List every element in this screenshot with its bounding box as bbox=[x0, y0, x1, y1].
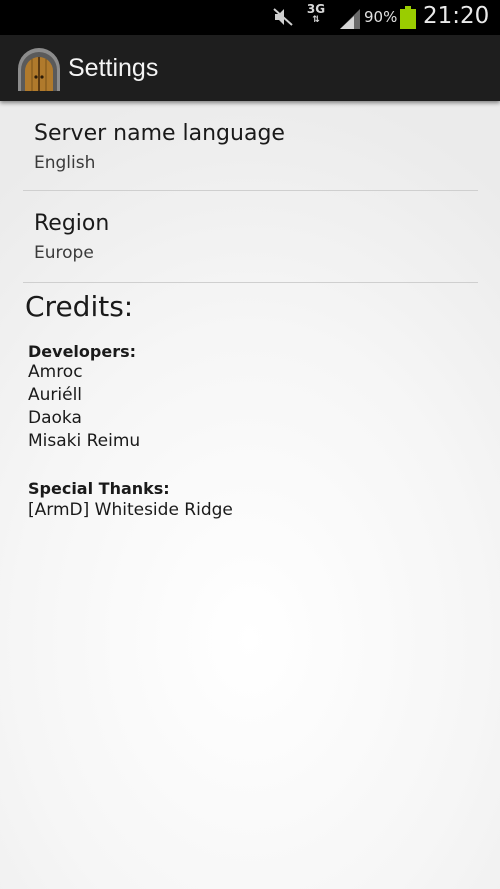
mute-icon bbox=[273, 8, 293, 26]
pref-summary: Europe bbox=[34, 243, 94, 263]
signal-icon bbox=[340, 9, 360, 29]
data-activity-icon: ⇅ bbox=[312, 15, 320, 25]
battery-percent: 90% bbox=[364, 8, 398, 26]
pref-server-name-language[interactable]: Server name language English bbox=[23, 101, 478, 191]
pref-region[interactable]: Region Europe bbox=[23, 191, 478, 281]
developer-name: Daoka bbox=[28, 408, 82, 428]
credits-heading: Credits: bbox=[25, 290, 134, 323]
developer-name: Misaki Reimu bbox=[28, 431, 141, 451]
developer-name: Amroc bbox=[28, 362, 83, 382]
special-thanks-label: Special Thanks: bbox=[28, 479, 170, 498]
network-indicator: 3G ⇅ bbox=[304, 3, 328, 31]
status-bar: 3G ⇅ 90% 21:20 bbox=[0, 0, 500, 35]
special-thanks-name: [ArmD] Whiteside Ridge bbox=[28, 500, 233, 520]
pref-title: Region bbox=[34, 211, 110, 236]
door-app-icon[interactable] bbox=[15, 47, 63, 91]
action-bar: Settings bbox=[0, 35, 500, 101]
clock: 21:20 bbox=[423, 3, 490, 29]
pref-summary: English bbox=[34, 153, 96, 173]
page-title: Settings bbox=[68, 54, 159, 82]
pref-title: Server name language bbox=[34, 121, 285, 146]
divider bbox=[23, 282, 478, 283]
developer-name: Auriéll bbox=[28, 385, 83, 405]
network-type: 3G bbox=[306, 2, 326, 16]
battery-icon bbox=[400, 6, 416, 29]
developers-label: Developers: bbox=[28, 342, 137, 361]
